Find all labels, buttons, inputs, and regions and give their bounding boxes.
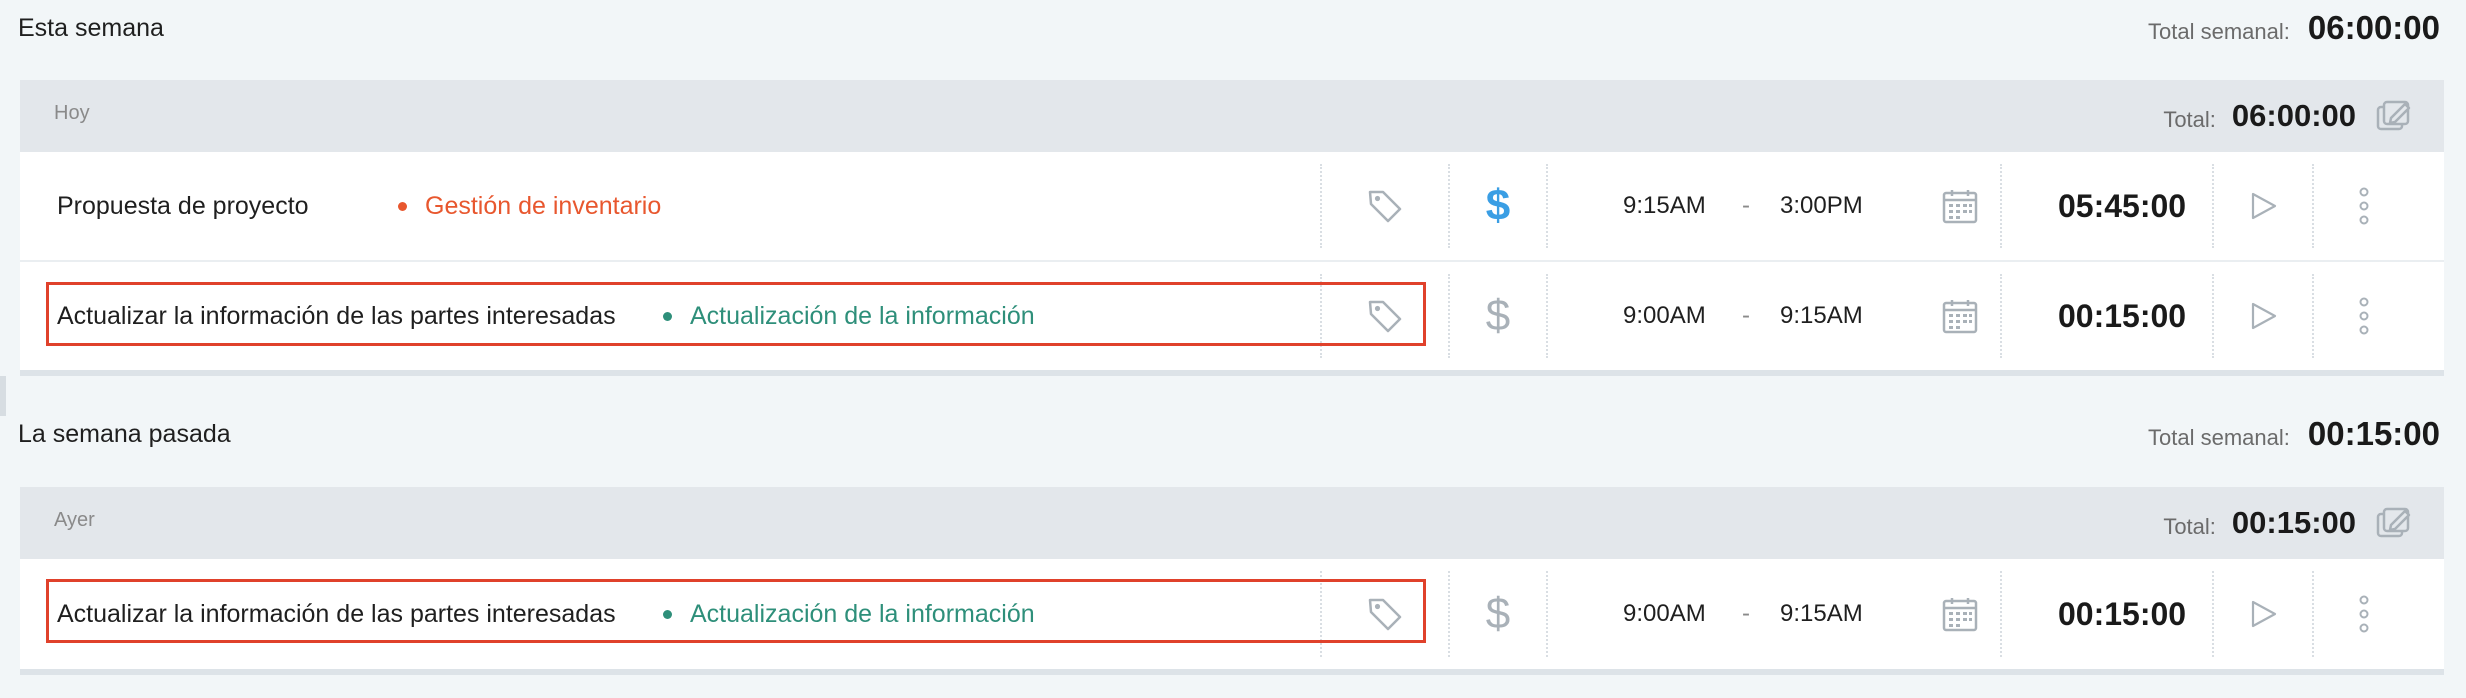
calendar-icon[interactable] (1920, 559, 2000, 669)
calendar-icon[interactable] (1920, 152, 2000, 260)
divider (2000, 164, 2002, 248)
more-vertical-icon[interactable] (2314, 152, 2414, 260)
more-vertical-icon[interactable] (2314, 262, 2414, 370)
day-header: Hoy Total: 06:00:00 (20, 80, 2444, 152)
day-total: Total: 06:00:00 (2163, 98, 2414, 134)
week-title: Esta semana (18, 13, 164, 42)
week-total-label: Total semanal: (2148, 425, 2290, 450)
divider (1546, 571, 1548, 657)
entry-project[interactable]: Actualización de la información (663, 262, 1035, 370)
entry-description[interactable]: Actualizar la información de las partes … (57, 559, 616, 669)
entry-duration[interactable]: 05:45:00 (2058, 152, 2186, 260)
week-total-label: Total semanal: (2148, 19, 2290, 44)
calendar-icon[interactable] (1920, 262, 2000, 370)
project-name: Gestión de inventario (425, 191, 662, 220)
dollar-icon[interactable]: $ (1450, 262, 1546, 370)
week-total: Total semanal: 06:00:00 (2148, 9, 2440, 47)
day-total-label: Total: (2163, 107, 2216, 132)
end-time[interactable]: 9:15AM (1780, 559, 1863, 669)
week-total-value: 00:15:00 (2307, 415, 2440, 452)
project-color-dot (663, 609, 672, 619)
divider (2000, 571, 2002, 657)
play-icon[interactable] (2214, 262, 2312, 370)
week-header-last-week: La semana pasada Total semanal: 00:15:00 (18, 414, 2440, 454)
time-separator: - (1742, 600, 1750, 627)
play-icon[interactable] (2214, 559, 2312, 669)
day-label: Hoy (54, 101, 90, 124)
week-header-this-week: Esta semana Total semanal: 06:00:00 (18, 8, 2440, 48)
entry-description[interactable]: Actualizar la información de las partes … (57, 262, 616, 370)
time-separator: - (1742, 302, 1750, 329)
day-total-label: Total: (2163, 514, 2216, 539)
day-label: Ayer (54, 508, 95, 531)
dollar-icon[interactable]: $ (1450, 152, 1546, 260)
time-entry-row[interactable]: Actualizar la información de las partes … (20, 559, 2444, 669)
project-color-dot (663, 311, 672, 321)
week-title: La semana pasada (18, 419, 231, 448)
divider (1546, 164, 1548, 248)
day-total-value: 00:15:00 (2231, 505, 2356, 540)
start-time[interactable]: 9:00AM (1623, 262, 1706, 370)
time-entry-row[interactable]: Actualizar la información de las partes … (20, 260, 2444, 370)
week-total-value: 06:00:00 (2307, 9, 2440, 46)
project-color-dot (398, 201, 407, 211)
entry-duration[interactable]: 00:15:00 (2058, 559, 2186, 669)
entry-description[interactable]: Propuesta de proyecto (57, 152, 309, 260)
start-time[interactable]: 9:00AM (1623, 559, 1706, 669)
divider (1546, 274, 1548, 358)
entry-project[interactable]: Actualización de la información (663, 559, 1035, 669)
day-total: Total: 00:15:00 (2163, 505, 2414, 541)
week-total: Total semanal: 00:15:00 (2148, 415, 2440, 453)
bulk-edit-icon[interactable] (2376, 506, 2414, 540)
more-vertical-icon[interactable] (2314, 559, 2414, 669)
end-time[interactable]: 3:00PM (1780, 152, 1863, 260)
entry-project[interactable]: Gestión de inventario (398, 152, 661, 260)
time-entry-row[interactable]: Propuesta de proyecto Gestión de inventa… (20, 152, 2444, 260)
tag-icon[interactable] (1322, 152, 1448, 260)
tag-icon[interactable] (1322, 262, 1448, 370)
day-total-value: 06:00:00 (2231, 98, 2356, 133)
project-name: Actualización de la información (690, 301, 1035, 330)
day-group-yesterday: Ayer Total: 00:15:00 Actualizar la infor… (20, 487, 2444, 675)
end-time[interactable]: 9:15AM (1780, 262, 1863, 370)
day-group-today: Hoy Total: 06:00:00 Propuesta de proyect… (20, 80, 2444, 376)
time-separator: - (1742, 192, 1750, 219)
dollar-icon[interactable]: $ (1450, 559, 1546, 669)
bulk-edit-icon[interactable] (2376, 99, 2414, 133)
scroll-accent (0, 376, 6, 416)
play-icon[interactable] (2214, 152, 2312, 260)
entry-duration[interactable]: 00:15:00 (2058, 262, 2186, 370)
divider (2000, 274, 2002, 358)
tag-icon[interactable] (1322, 559, 1448, 669)
project-name: Actualización de la información (690, 599, 1035, 628)
start-time[interactable]: 9:15AM (1623, 152, 1706, 260)
day-header: Ayer Total: 00:15:00 (20, 487, 2444, 559)
